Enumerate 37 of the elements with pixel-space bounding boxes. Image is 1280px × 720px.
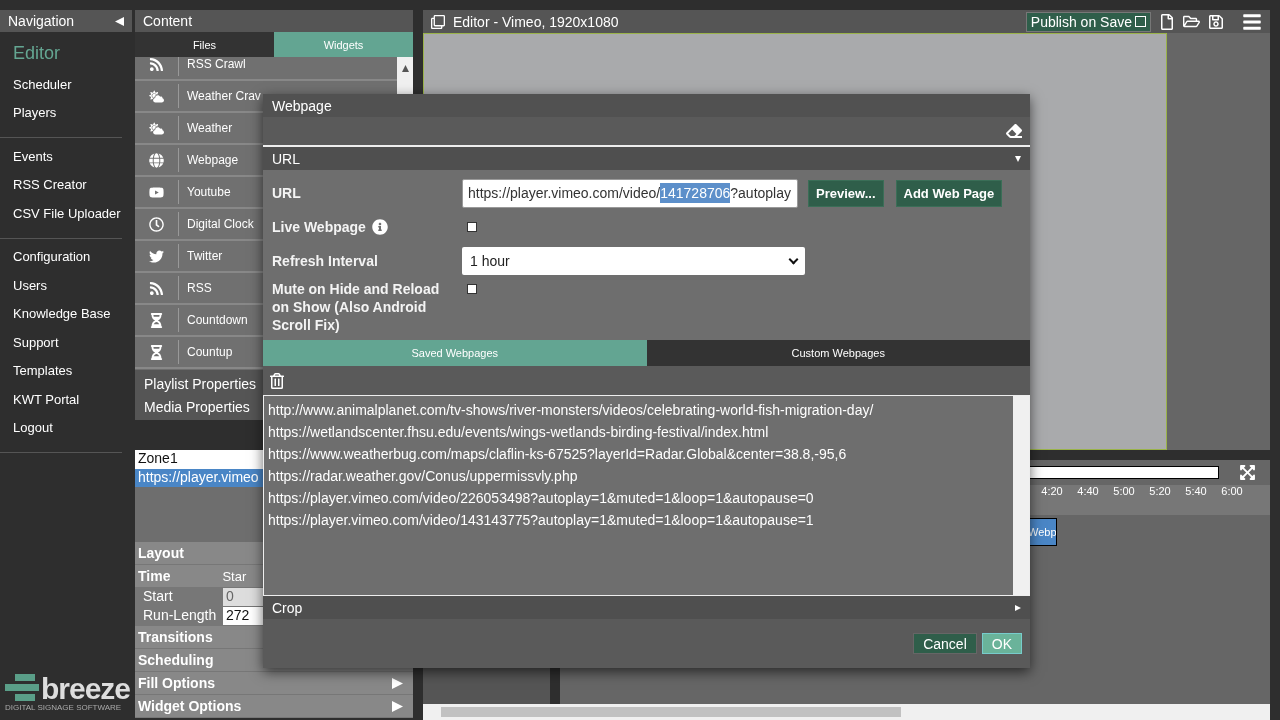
tick-label: 5:00 — [1112, 485, 1136, 497]
section-title: Crop — [272, 599, 303, 616]
property-title: Time — [138, 568, 171, 584]
logo-text: breeze — [41, 676, 131, 702]
property-title: Layout — [138, 545, 184, 561]
tick-label: 4:40 — [1076, 485, 1100, 497]
field-label: URL — [272, 185, 302, 201]
widget-label: Digital Clock — [186, 217, 254, 231]
property-title: Transitions — [138, 629, 213, 645]
logo-tagline: DIGITAL SIGNAGE SOFTWARE — [5, 703, 123, 712]
tick-label: 6:00 — [1220, 485, 1244, 497]
widget-label: Weather — [186, 121, 233, 135]
property-title: Widget Options — [138, 698, 242, 714]
property-title: Fill Options — [138, 675, 215, 691]
tick-label: 4:20 — [1040, 485, 1064, 497]
widget-label: Countup — [186, 345, 233, 359]
panel-title: Navigation — [8, 13, 75, 29]
editor-title: Editor - Vimeo, 1920x1080 — [453, 13, 619, 30]
tick-label: 5:20 — [1148, 485, 1172, 497]
section-title: URL — [272, 150, 300, 167]
dialog-title: Webpage — [272, 97, 332, 114]
panel-title: Content — [143, 13, 193, 29]
tick-label: 5:40 — [1184, 485, 1208, 497]
widget-label: Youtube — [186, 185, 231, 199]
widget-label: Twitter — [186, 249, 223, 263]
widget-label: RSS Crawl — [186, 57, 246, 71]
property-label: Start — [135, 588, 223, 606]
field-label: Refresh Interval — [272, 253, 379, 269]
widget-label: RSS — [186, 281, 212, 295]
property-title: Scheduling — [138, 652, 214, 668]
widget-label: Countdown — [186, 313, 248, 327]
widget-label: Weather Crav — [186, 89, 261, 103]
column-label: Star — [222, 568, 247, 584]
field-label: Live Webpage — [272, 219, 366, 235]
property-label: Run-Length — [135, 607, 223, 625]
field-label: Mute on Hide and Reload on Show (Also Android Scroll Fix) — [272, 280, 441, 334]
widget-label: Webpage — [186, 153, 239, 167]
